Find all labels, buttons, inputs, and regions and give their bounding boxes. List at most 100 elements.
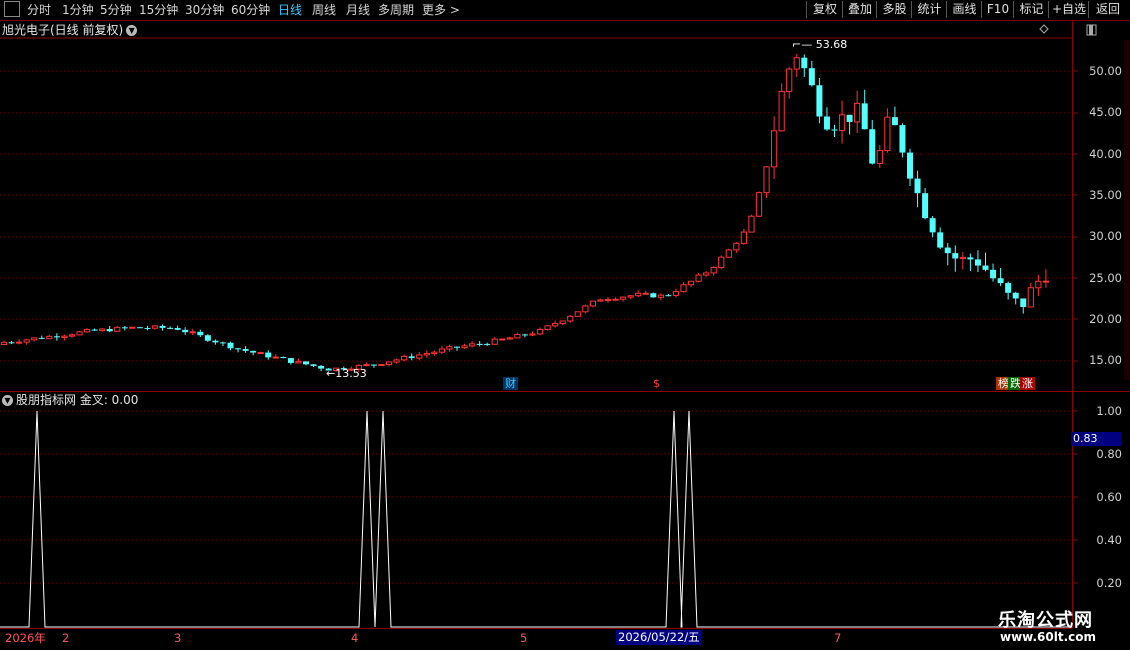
price-axis-label: 45.00 [1089, 105, 1122, 119]
candle-body-down [974, 259, 981, 266]
candle-body-down [929, 218, 936, 233]
candle-body-up [672, 291, 680, 296]
candle-body-up [959, 256, 966, 259]
candle-body-down [159, 325, 166, 328]
candle-body-up [627, 295, 634, 298]
kline-chart[interactable] [0, 0, 1130, 650]
candle-body-up [393, 359, 400, 363]
candle-body-down [944, 247, 951, 254]
candle-body-up [385, 361, 393, 365]
low-price-annotation: ←13.53 [326, 367, 367, 380]
low-price-label: 13.53 [335, 367, 367, 380]
candle-body-up [838, 114, 846, 132]
chevron-down-icon[interactable]: ▼ [2, 395, 13, 406]
candle-body-up [272, 356, 279, 359]
golden-cross-line [0, 410, 1072, 628]
cursor-date-label: 2026/05/22/五 [616, 630, 702, 645]
candle-body-up [499, 338, 506, 341]
candle-body-up [884, 116, 891, 152]
candle-body-down [106, 329, 113, 332]
candle-body-up [710, 267, 717, 274]
candle-body-up [378, 363, 385, 366]
candle-body-up [657, 294, 664, 298]
candle-body-up [552, 323, 559, 327]
candle-body-down [997, 278, 1004, 284]
indicator-title-label: 股朋指标网 金叉: 0.00 [16, 393, 139, 407]
date-label-year: 2026年 [5, 631, 46, 645]
candle-body-up [793, 57, 800, 70]
candle-body-up [31, 337, 38, 341]
candle-body-up [416, 354, 423, 359]
candle-body-down [408, 356, 415, 359]
candle-body-down [967, 257, 974, 260]
candle-body-up [151, 325, 159, 329]
candle-body-up [763, 166, 770, 194]
date-label-month: 2 [62, 631, 70, 645]
candle-body-down [476, 343, 483, 345]
candle-body-down [808, 68, 815, 86]
candle-body-down [831, 129, 838, 131]
candle-body-down [227, 342, 234, 349]
candle-body-down [1020, 298, 1027, 307]
candle-body-up [61, 335, 68, 338]
candlesticks [0, 54, 1050, 373]
candle-body-up [680, 284, 687, 293]
candle-body-up [567, 315, 574, 322]
diamond-icon [1039, 24, 1049, 34]
candle-body-up [363, 364, 370, 367]
candle-body-up [99, 328, 106, 332]
candle-body-up [68, 334, 76, 337]
candle-body-up [876, 150, 883, 165]
candle-body-up [1027, 287, 1034, 308]
candle-body-down [899, 125, 906, 153]
candle-body-up [748, 215, 755, 233]
candle-body-up [854, 102, 861, 123]
candle-body-up [83, 329, 91, 333]
candle-body-down [212, 340, 219, 343]
candle-body-down [801, 57, 808, 69]
candle-body-up [536, 328, 544, 335]
candle-body-down [907, 152, 913, 179]
candle-body-down [1012, 292, 1019, 299]
candle-body-up [446, 346, 453, 350]
finance-marker[interactable]: 财 [503, 377, 518, 390]
candle-body-down [144, 328, 151, 330]
candle-body-up [612, 298, 619, 301]
candle-body-up [506, 337, 513, 340]
candle-body-up [733, 242, 740, 251]
candle-body-up [16, 341, 23, 344]
watermark-title: 乐淘公式网 [998, 610, 1093, 631]
candle-body-down [484, 343, 491, 345]
candle-body-down [38, 337, 45, 339]
price-axis-label: 15.00 [1089, 353, 1122, 367]
candle-body-down [650, 293, 657, 298]
candle-body-down [182, 329, 189, 333]
date-label-month: 7 [834, 631, 842, 645]
rise-marker[interactable]: 涨 [1020, 377, 1035, 390]
candle-body-down [8, 342, 15, 344]
candle-body-down [952, 253, 959, 259]
candle-body-up [76, 331, 83, 336]
indicator-gridlines [0, 410, 1078, 584]
price-gridlines [0, 70, 1078, 362]
candle-body-down [242, 348, 249, 351]
candle-body-down [823, 116, 830, 130]
candle-body-up [642, 292, 649, 295]
candle-body-up [589, 300, 596, 307]
indicator-axis-label: 0.60 [1096, 490, 1122, 504]
candle-body-up [687, 280, 695, 286]
candle-body-down [53, 336, 60, 338]
candle-body-up [1035, 280, 1042, 289]
indicator-title[interactable]: ▼ 股朋指标网 金叉: 0.00 [2, 393, 138, 408]
candle-body-down [454, 346, 460, 348]
candle-body-up [597, 299, 604, 302]
dividend-marker[interactable]: $ [651, 377, 662, 390]
candle-body-down [521, 334, 528, 336]
candle-body-down [982, 265, 989, 270]
restore-icon-fill [1089, 25, 1093, 35]
date-label-month: 4 [351, 631, 359, 645]
candle-body-down [914, 178, 921, 194]
watermark-url: www.60lt.com [1000, 630, 1097, 644]
candle-body-down [280, 357, 287, 359]
candle-body-down [310, 364, 317, 366]
